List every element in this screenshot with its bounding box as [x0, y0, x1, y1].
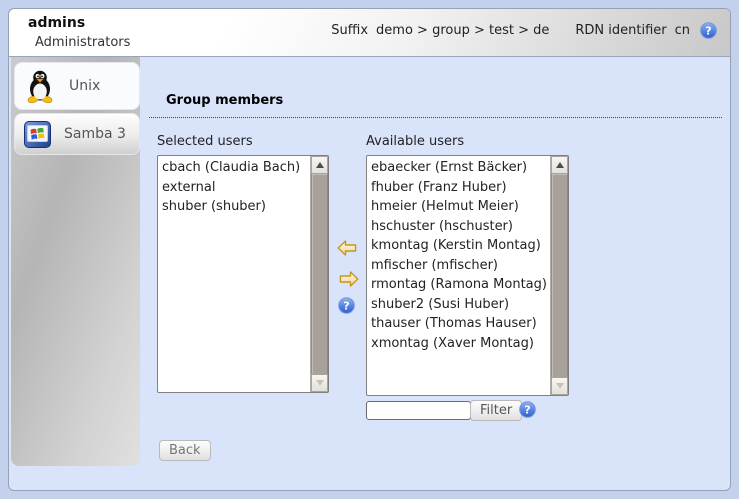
arrow-left-icon [337, 240, 357, 256]
scrollbar-thumb[interactable] [551, 174, 568, 377]
available-user-item[interactable]: rmontag (Ramona Montag) [371, 275, 550, 295]
selected-users-scrollbar[interactable] [310, 156, 328, 392]
tab-samba-3[interactable]: Samba 3 [14, 113, 140, 155]
move-left-button[interactable] [337, 240, 357, 256]
available-user-item[interactable]: mfischer (mfischer) [371, 256, 550, 276]
main-window: admins Administrators Suffix demo > grou… [8, 8, 731, 491]
available-user-item[interactable]: thauser (Thomas Hauser) [371, 314, 550, 334]
title-bar: admins Administrators Suffix demo > grou… [9, 9, 730, 57]
selected-user-item[interactable]: external [162, 178, 310, 198]
available-users-scrollbar[interactable] [550, 156, 568, 395]
triangle-up-icon [556, 162, 564, 168]
scroll-down-button[interactable] [551, 377, 568, 395]
svg-text:?: ? [343, 300, 349, 313]
filter-input[interactable] [366, 401, 471, 420]
help-icon: ? [519, 401, 536, 418]
triangle-down-icon [316, 380, 324, 386]
suffix-label: Suffix [331, 23, 368, 38]
tab-unix-label: Unix [69, 78, 100, 94]
scroll-down-button[interactable] [311, 374, 328, 392]
help-icon: ? [338, 297, 355, 314]
selected-users-listbox[interactable]: cbach (Claudia Bach)externalshuber (shub… [157, 155, 329, 393]
members-help-button[interactable]: ? [338, 297, 355, 314]
scroll-up-button[interactable] [551, 156, 568, 174]
triangle-up-icon [316, 162, 324, 168]
suffix-value: demo > group > test > de [376, 23, 549, 38]
suffix-info: Suffix demo > group > test > de [331, 23, 549, 38]
rdn-value: cn [675, 23, 690, 38]
available-users-list[interactable]: ebaecker (Ernst Bäcker)fhuber (Franz Hub… [367, 156, 550, 395]
filter-button[interactable]: Filter [470, 400, 522, 421]
available-user-item[interactable]: hmeier (Helmut Meier) [371, 197, 550, 217]
svg-text:?: ? [524, 404, 530, 417]
section-title: Group members [149, 93, 722, 118]
svg-text:?: ? [705, 25, 711, 38]
entry-subtitle: Administrators [35, 35, 130, 50]
rdn-label: RDN identifier [575, 23, 666, 38]
available-users-listbox[interactable]: ebaecker (Ernst Bäcker)fhuber (Franz Hub… [366, 155, 569, 396]
scroll-up-button[interactable] [311, 156, 328, 174]
available-user-item[interactable]: shuber2 (Susi Huber) [371, 295, 550, 315]
move-right-button[interactable] [339, 271, 359, 287]
selected-users-list[interactable]: cbach (Claudia Bach)externalshuber (shub… [158, 156, 310, 392]
available-user-item[interactable]: fhuber (Franz Huber) [371, 178, 550, 198]
back-button[interactable]: Back [159, 440, 211, 461]
rdn-info: RDN identifier cn ? [575, 22, 717, 39]
triangle-down-icon [556, 383, 564, 389]
selected-users-label: Selected users [157, 134, 253, 149]
tab-samba-label: Samba 3 [64, 126, 126, 142]
available-user-item[interactable]: kmontag (Kerstin Montag) [371, 236, 550, 256]
arrow-right-icon [339, 271, 359, 287]
available-user-item[interactable]: xmontag (Xaver Montag) [371, 334, 550, 354]
available-user-item[interactable]: ebaecker (Ernst Bäcker) [371, 158, 550, 178]
selected-user-item[interactable]: cbach (Claudia Bach) [162, 158, 310, 178]
module-sidebar: Unix Samba 3 [11, 57, 140, 466]
windows-logo-icon [24, 121, 51, 148]
tux-penguin-icon [24, 69, 56, 103]
selected-user-item[interactable]: shuber (shuber) [162, 197, 310, 217]
tab-unix[interactable]: Unix [14, 62, 140, 110]
rdn-help-button[interactable]: ? [700, 22, 717, 39]
scrollbar-thumb[interactable] [311, 174, 328, 374]
available-users-label: Available users [366, 134, 464, 149]
filter-help-button[interactable]: ? [519, 401, 536, 418]
entry-title: admins [28, 15, 85, 31]
available-user-item[interactable]: hschuster (hschuster) [371, 217, 550, 237]
help-icon: ? [700, 22, 717, 39]
